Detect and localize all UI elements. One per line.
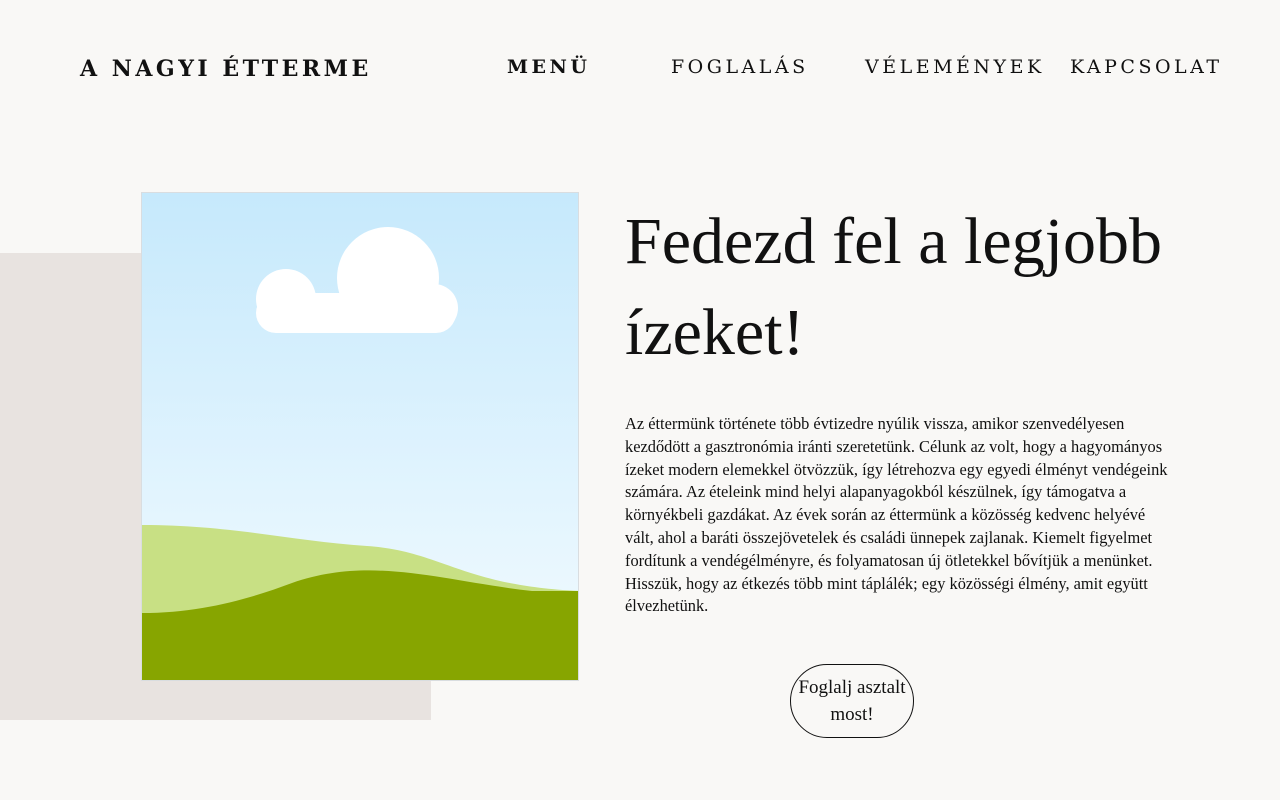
nav-item-menu[interactable]: MENÜ	[507, 56, 590, 78]
hero-heading: Fedezd fel a legjobb ízeket!	[625, 205, 1162, 369]
hero-image	[141, 192, 579, 681]
nav-item-reservation[interactable]: FOGLALÁS	[671, 56, 809, 78]
site-logo[interactable]: A NAGYI ÉTTERME	[80, 56, 372, 82]
reserve-table-button[interactable]: Foglalj asztalt most!	[790, 664, 914, 738]
nav-item-contact[interactable]: KAPCSOLAT	[1070, 56, 1223, 78]
landscape-illustration-icon	[142, 193, 578, 680]
hero-paragraph: Az éttermünk története több évtizedre ny…	[625, 414, 1168, 616]
nav-item-reviews[interactable]: VÉLEMÉNYEK	[865, 56, 1045, 78]
site-header: A NAGYI ÉTTERME MENÜ FOGLALÁS VÉLEMÉNYEK…	[0, 0, 1280, 140]
